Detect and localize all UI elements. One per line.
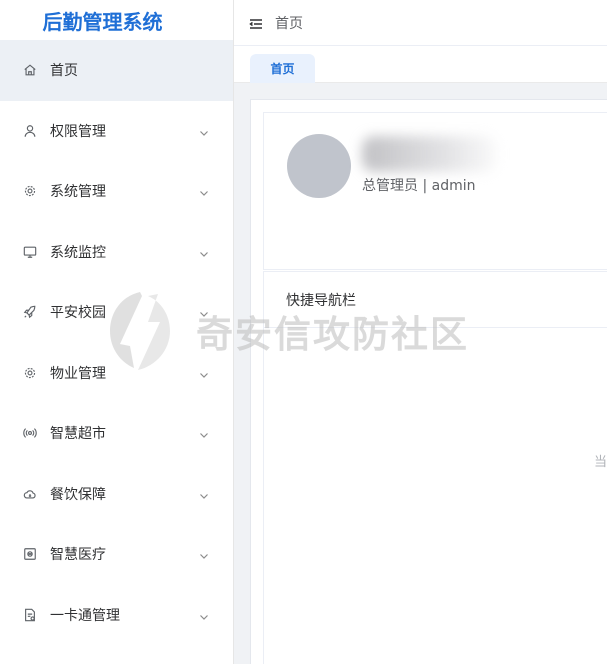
chevron-down-icon <box>199 428 209 439</box>
cloud-icon <box>22 486 38 502</box>
top-header: 首页 <box>234 0 607 46</box>
sidebar-item-smart-market[interactable]: 智慧超市 <box>0 403 233 464</box>
sidebar-item-label: 系统监控 <box>50 244 106 261</box>
chevron-down-icon <box>199 186 209 197</box>
sidebar-item-label: 一卡通管理 <box>50 607 120 624</box>
sidebar: 后勤管理系统 首页 权限管理 系统管理 系统监控 平安校园 物业管理 智慧超市 … <box>0 0 234 664</box>
user-role: 总管理员 | admin <box>362 178 476 194</box>
chevron-down-icon <box>199 247 209 257</box>
card-document-icon <box>22 607 38 623</box>
sidebar-item-label: 智慧超市 <box>50 426 106 443</box>
sidebar-item-home[interactable]: 首页 <box>0 40 233 101</box>
gear-icon <box>22 183 38 199</box>
chevron-down-icon <box>199 610 209 620</box>
user-info-card: 总管理员 | admin <box>263 112 607 270</box>
sidebar-item-property[interactable]: 物业管理 <box>0 343 233 404</box>
tab-bar: 首页 <box>234 46 607 83</box>
user-icon <box>22 123 38 139</box>
sidebar-item-label: 首页 <box>50 63 78 80</box>
medical-box-icon <box>22 546 38 562</box>
chevron-down-icon <box>199 307 209 318</box>
chevron-down-icon <box>199 489 209 499</box>
chevron-down-icon <box>199 549 209 560</box>
rocket-icon <box>22 304 38 320</box>
quick-nav-card: 快捷导航栏 <box>263 271 607 664</box>
avatar[interactable] <box>287 134 351 198</box>
sidebar-item-card-management[interactable]: 一卡通管理 <box>0 585 233 646</box>
gear-icon <box>22 365 38 381</box>
sidebar-item-label: 权限管理 <box>50 123 106 140</box>
sidebar-item-smart-medical[interactable]: 智慧医疗 <box>0 524 233 585</box>
monitor-icon <box>22 244 38 260</box>
sidebar-item-label: 物业管理 <box>50 365 106 382</box>
tab-home[interactable]: 首页 <box>250 54 315 83</box>
menu-fold-icon[interactable] <box>249 16 263 30</box>
blurred-username <box>362 136 497 172</box>
truncated-text: 当 <box>593 455 607 470</box>
chevron-down-icon <box>199 126 209 136</box>
sidebar-item-catering[interactable]: 餐饮保障 <box>0 464 233 525</box>
app-title: 后勤管理系统 <box>42 9 163 34</box>
sidebar-item-label: 智慧医疗 <box>50 547 106 564</box>
sidebar-menu: 首页 权限管理 系统管理 系统监控 平安校园 物业管理 智慧超市 餐饮保障 智慧… <box>0 40 233 645</box>
main-content: 总管理员 | admin 快捷导航栏 <box>234 83 607 664</box>
sidebar-item-safe-campus[interactable]: 平安校园 <box>0 282 233 343</box>
sidebar-item-label: 餐饮保障 <box>50 486 106 503</box>
sidebar-item-label: 平安校园 <box>50 305 106 322</box>
chevron-down-icon <box>199 368 209 378</box>
sidebar-item-system[interactable]: 系统管理 <box>0 161 233 222</box>
dashboard-panel: 总管理员 | admin 快捷导航栏 <box>250 99 607 664</box>
broadcast-icon <box>22 425 38 441</box>
breadcrumb[interactable]: 首页 <box>275 13 303 33</box>
sidebar-item-permissions[interactable]: 权限管理 <box>0 101 233 162</box>
home-icon <box>22 62 38 78</box>
sidebar-item-monitoring[interactable]: 系统监控 <box>0 222 233 283</box>
quick-nav-title: 快捷导航栏 <box>264 272 607 328</box>
sidebar-item-label: 系统管理 <box>50 184 106 201</box>
